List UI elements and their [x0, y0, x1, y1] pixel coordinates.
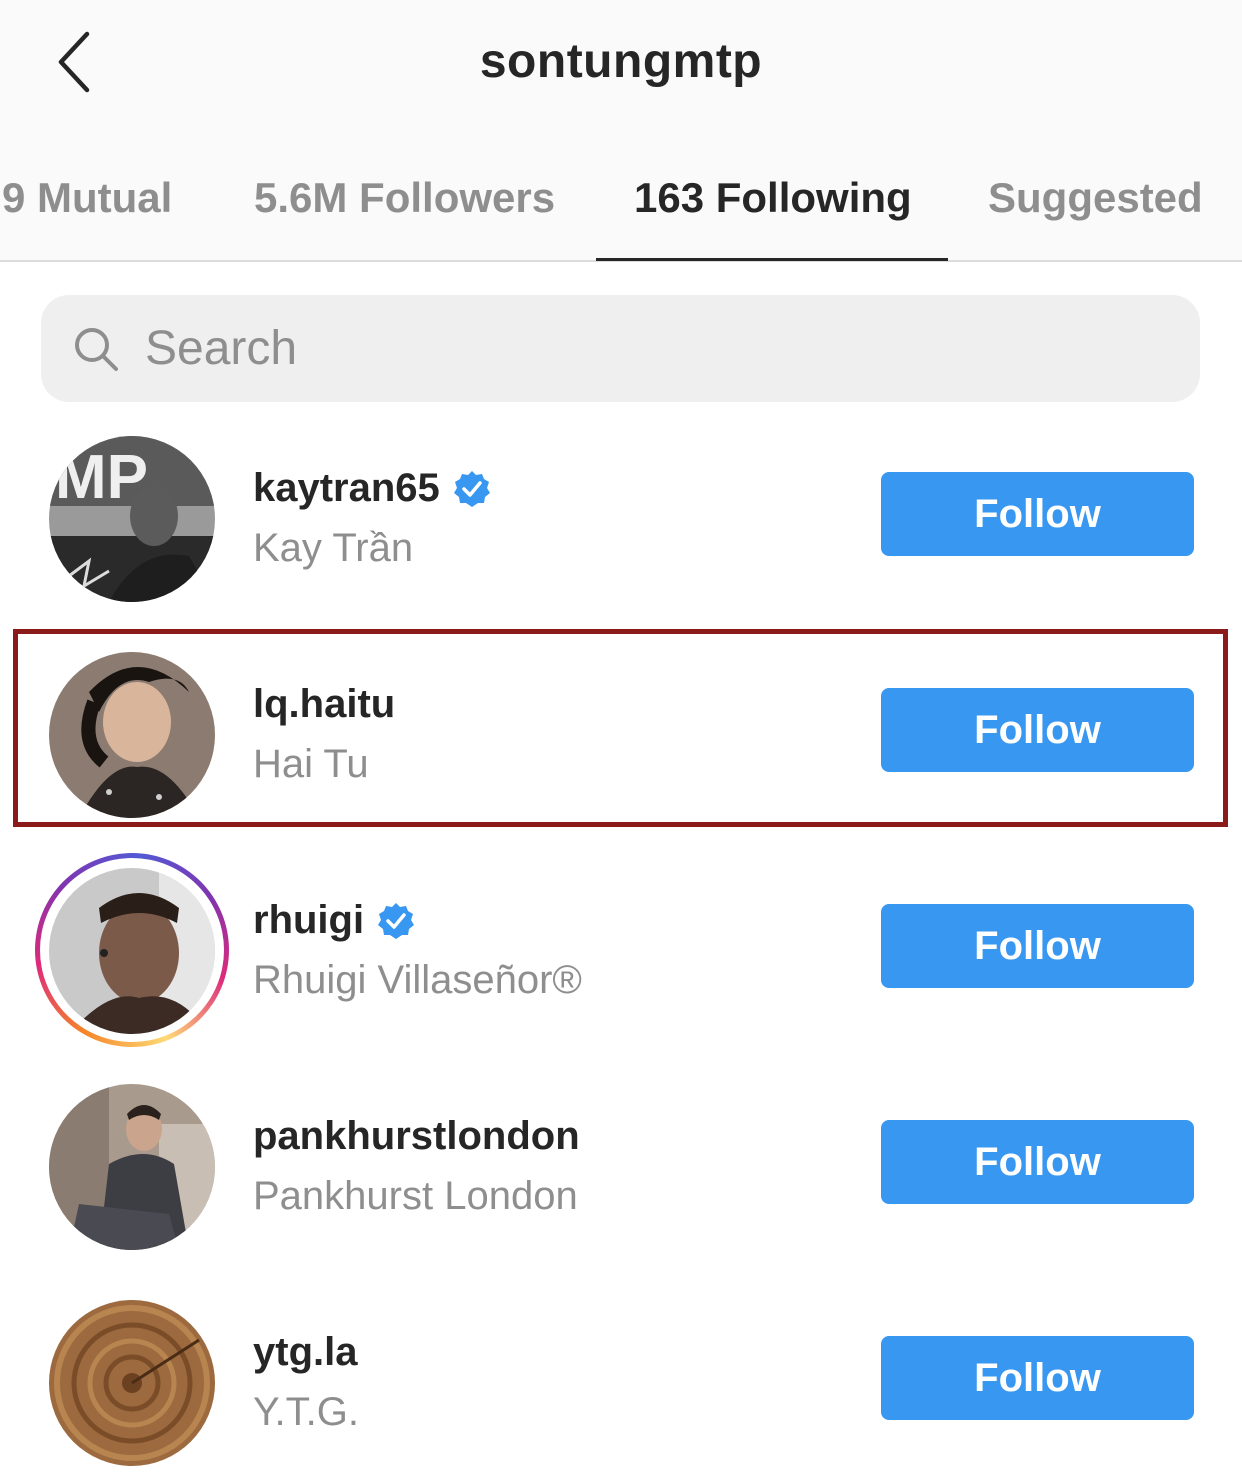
tab-mutual[interactable]: 9 Mutual [2, 160, 172, 260]
follow-button[interactable]: Follow [881, 472, 1194, 556]
list-item[interactable]: pankhurstlondon Pankhurst London Follow [0, 1084, 1242, 1300]
search-bar[interactable] [41, 295, 1200, 402]
username[interactable]: ytg.la [253, 1330, 357, 1375]
avatar[interactable] [49, 652, 215, 818]
tab-following[interactable]: 163 Following [634, 160, 912, 260]
follow-button[interactable]: Follow [881, 1336, 1194, 1420]
follow-button[interactable]: Follow [881, 688, 1194, 772]
tab-suggested[interactable]: Suggested [988, 160, 1203, 260]
full-name: Kay Trần [253, 526, 414, 570]
full-name: Y.T.G. [253, 1390, 359, 1434]
follow-button[interactable]: Follow [881, 904, 1194, 988]
full-name: Hai Tu [253, 742, 369, 786]
username[interactable]: rhuigi [253, 898, 364, 943]
follow-button[interactable]: Follow [881, 1120, 1194, 1204]
tab-bar: 9 Mutual 5.6M Followers 163 Following Su… [0, 160, 1242, 262]
active-tab-indicator [596, 258, 948, 261]
list-item[interactable]: MP kaytran65 Kay Trần Follow [0, 436, 1242, 652]
list-item[interactable]: rhuigi Rhuigi Villaseñor® Follow [0, 853, 1242, 1084]
avatar[interactable]: MP [49, 436, 215, 602]
avatar[interactable] [49, 868, 215, 1034]
full-name: Pankhurst London [253, 1174, 578, 1218]
username[interactable]: kaytran65 [253, 466, 440, 511]
search-icon [75, 327, 118, 371]
list-item[interactable]: lq.haitu Hai Tu Follow [0, 652, 1242, 868]
search-input[interactable] [145, 321, 1045, 376]
username[interactable]: lq.haitu [253, 682, 395, 727]
avatar[interactable] [49, 1300, 215, 1466]
list-item[interactable]: ytg.la Y.T.G. Follow [0, 1300, 1242, 1476]
verified-badge-icon [378, 902, 415, 939]
avatar[interactable] [49, 1084, 215, 1250]
verified-badge-icon [453, 470, 490, 507]
tab-followers[interactable]: 5.6M Followers [254, 160, 555, 260]
full-name: Rhuigi Villaseñor® [253, 958, 582, 1002]
top-navigation-bar: sontungmtp 9 Mutual 5.6M Followers 163 F… [0, 0, 1242, 262]
page-title: sontungmtp [479, 35, 763, 88]
username[interactable]: pankhurstlondon [253, 1114, 580, 1159]
